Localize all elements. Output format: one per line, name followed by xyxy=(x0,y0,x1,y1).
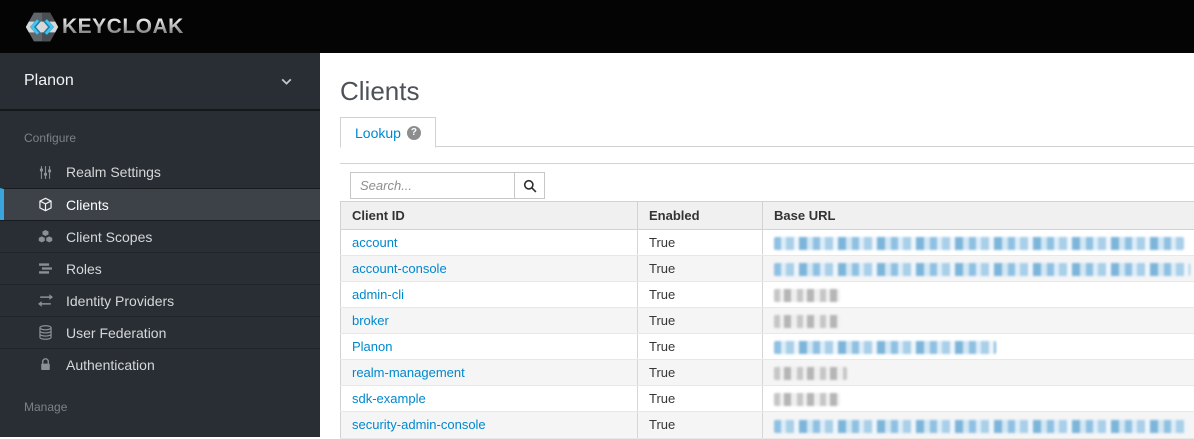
enabled-cell: True xyxy=(638,386,763,412)
sidebar-item-clients[interactable]: Clients xyxy=(0,188,320,220)
table-row: security-admin-console True xyxy=(341,412,1194,438)
database-icon xyxy=(38,325,55,340)
sidebar-item-label: Roles xyxy=(66,261,102,277)
tab-label: Lookup xyxy=(355,125,401,141)
sidebar-item-label: Realm Settings xyxy=(66,164,161,180)
question-circle-icon[interactable]: ? xyxy=(407,126,421,140)
table-header-row: Client ID Enabled Base URL xyxy=(341,202,1194,230)
sidebar-item-label: User Federation xyxy=(66,325,166,341)
keycloak-logo[interactable]: KEYCLOAK xyxy=(24,9,184,45)
search-input[interactable] xyxy=(350,172,515,199)
base-url-redacted xyxy=(774,393,840,406)
sidebar-item-realm-settings[interactable]: Realm Settings xyxy=(0,156,320,188)
list-icon xyxy=(38,261,55,276)
keycloak-hexagon-icon xyxy=(24,10,60,44)
table-row: account-console True xyxy=(341,256,1194,282)
clients-table-body: account True account-console True admin-cli T… xyxy=(341,230,1194,439)
brand-text: KEYCLOAK xyxy=(62,15,184,39)
client-id-link[interactable]: broker xyxy=(352,313,389,328)
sidebar-item-label: Client Scopes xyxy=(66,229,152,245)
sidebar-item-client-scopes[interactable]: Client Scopes xyxy=(0,220,320,252)
realm-name: Planon xyxy=(24,72,74,90)
clients-table: Client ID Enabled Base URL accountTrueac… xyxy=(340,201,1194,439)
main-content: Clients Lookup ? Client ID Enabled xyxy=(320,53,1194,437)
table-row: broker True xyxy=(341,308,1194,334)
cube-icon xyxy=(38,197,55,212)
column-header-client-id: Client ID xyxy=(341,202,638,230)
table-row: realm-management True xyxy=(341,360,1194,386)
enabled-cell: True xyxy=(638,360,763,386)
sidebar-item-roles[interactable]: Roles xyxy=(0,252,320,284)
column-header-base-url: Base URL xyxy=(763,202,1194,230)
base-url-redacted[interactable] xyxy=(774,237,1184,250)
table-row: sdk-example True xyxy=(341,386,1194,412)
cubes-icon xyxy=(38,229,55,244)
lock-icon xyxy=(38,357,55,372)
nav-section-label: Manage xyxy=(0,400,320,414)
base-url-redacted[interactable] xyxy=(774,341,996,354)
client-id-link[interactable]: realm-management xyxy=(352,365,465,380)
sidebar-item-label: Identity Providers xyxy=(66,293,174,309)
client-id-link[interactable]: account xyxy=(352,235,398,250)
enabled-cell: True xyxy=(638,256,763,282)
sidebar-item-user-federation[interactable]: User Federation xyxy=(0,316,320,348)
nav-section-label: Configure xyxy=(0,131,320,145)
base-url-redacted[interactable] xyxy=(774,420,1187,433)
sidebar-item-label: Clients xyxy=(66,197,109,213)
search-icon xyxy=(523,179,537,193)
base-url-redacted xyxy=(774,289,840,302)
client-id-link[interactable]: account-console xyxy=(352,261,447,276)
sidebar-item-authentication[interactable]: Authentication xyxy=(0,348,320,380)
enabled-cell: True xyxy=(638,308,763,334)
table-row: Planon True xyxy=(341,334,1194,360)
tab-bar: Lookup ? xyxy=(340,116,1194,147)
top-bar: KEYCLOAK xyxy=(0,0,1194,53)
sidebar: Planon Configure Realm Settings Clients Cli… xyxy=(0,53,320,437)
sidebar-nav: Configure Realm Settings Clients Client Sco… xyxy=(0,131,320,414)
search-button[interactable] xyxy=(514,172,545,199)
table-row: admin-cli True xyxy=(341,282,1194,308)
sidebar-item-label: Authentication xyxy=(66,357,155,373)
base-url-redacted xyxy=(774,367,847,380)
client-id-link[interactable]: admin-cli xyxy=(352,287,404,302)
enabled-cell: True xyxy=(638,334,763,360)
sidebar-item-identity-providers[interactable]: Identity Providers xyxy=(0,284,320,316)
table-row: account True xyxy=(341,230,1194,256)
base-url-redacted xyxy=(774,315,840,328)
search-row xyxy=(350,172,1194,199)
realm-selector[interactable]: Planon xyxy=(0,53,320,111)
page-title: Clients xyxy=(340,78,1194,104)
sliders-icon xyxy=(38,165,55,180)
clients-table-container: Client ID Enabled Base URL accountTrueac… xyxy=(340,163,1194,439)
chevron-down-icon xyxy=(279,74,294,89)
enabled-cell: True xyxy=(638,230,763,256)
column-header-enabled: Enabled xyxy=(638,202,763,230)
base-url-redacted[interactable] xyxy=(774,263,1190,276)
enabled-cell: True xyxy=(638,282,763,308)
client-id-link[interactable]: Planon xyxy=(352,339,392,354)
enabled-cell: True xyxy=(638,412,763,438)
exchange-icon xyxy=(38,293,55,308)
client-id-link[interactable]: sdk-example xyxy=(352,391,426,406)
client-id-link[interactable]: security-admin-console xyxy=(352,417,486,432)
tab-lookup[interactable]: Lookup ? xyxy=(340,117,436,148)
